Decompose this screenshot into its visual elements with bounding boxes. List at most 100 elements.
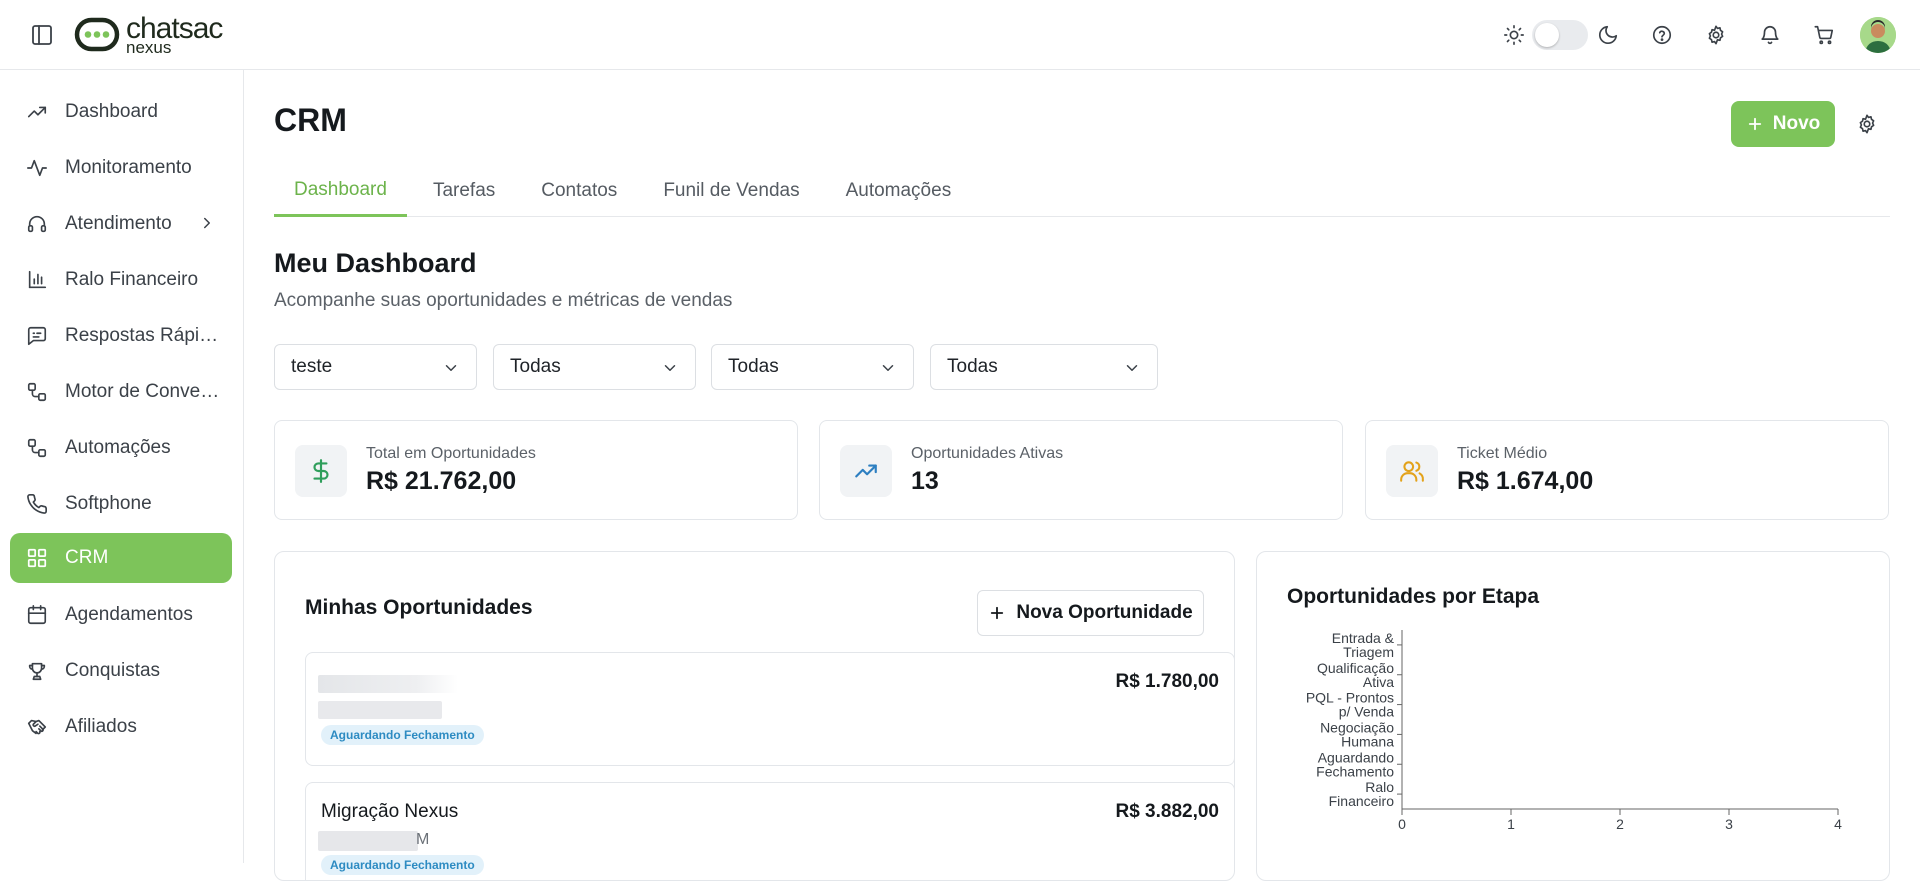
sun-icon [1502,23,1526,47]
plus-icon [1746,115,1764,133]
main-content: CRM Novo Dashboard Tarefas Contatos Funi… [244,70,1920,881]
y-tick-label: PQL - Prontos p/ Venda [1306,690,1394,720]
filter-select-1[interactable]: teste [274,344,477,390]
trophy-icon [26,660,48,682]
sidebar-toggle-icon[interactable] [30,23,54,47]
sidebar-item-label: Monitoramento [65,157,192,178]
user-avatar[interactable] [1860,17,1896,53]
filter-value: Todas [510,356,561,377]
sidebar-item-respostas-rapidas[interactable]: Respostas Rápidas [10,311,232,361]
settings-gear-icon[interactable] [1704,23,1728,47]
redacted-detail [318,701,442,719]
partial-detail: M [416,831,430,848]
automation-icon [26,437,48,459]
handshake-icon [26,716,48,738]
opportunities-by-stage-chart: Entrada & TriagemQualificação AtivaPQL - P… [1306,630,1842,832]
new-button[interactable]: Novo [1731,101,1835,147]
sidebar-item-label: Softphone [65,493,152,514]
opportunity-name: Migração Nexus [321,801,459,822]
trending-up-icon [26,101,48,123]
sidebar-item-dashboard[interactable]: Dashboard [10,87,232,137]
tab-dashboard[interactable]: Dashboard [274,165,407,217]
chat-bubble-logo-icon [74,17,120,52]
sidebar-item-afiliados[interactable]: Afiliados [10,702,232,752]
sidebar-item-label: Ralo Financeiro [65,269,199,290]
stat-card-ticket: Ticket Médio R$ 1.674,00 [1365,420,1889,520]
stat-value: 13 [911,467,939,495]
y-tick-label: Entrada & Triagem [1332,630,1395,660]
opportunity-card[interactable]: R$ 1.780,00 Aguardando Fechamento [305,652,1234,766]
sidebar-item-atendimento[interactable]: Atendimento [10,199,232,249]
stat-card-total: Total em Oportunidades R$ 21.762,00 [274,420,798,520]
bell-icon[interactable] [1758,23,1782,47]
sidebar-item-label: Afiliados [65,716,137,737]
opportunity-value: R$ 3.882,00 [1115,801,1219,822]
cart-icon[interactable] [1812,23,1836,47]
sidebar-item-label: Automações [65,437,171,458]
workflow-icon [26,381,48,403]
filter-value: Todas [947,356,998,377]
calendar-icon [26,604,48,626]
filter-select-3[interactable]: Todas [711,344,914,390]
tab-tarefas[interactable]: Tarefas [413,165,515,217]
y-tick-label: Negociação Humana [1320,719,1394,749]
plus-icon [988,604,1006,622]
new-button-label: Novo [1772,113,1821,134]
tab-automacoes[interactable]: Automações [826,165,972,217]
redacted-detail [318,831,418,851]
sidebar-item-motor-de-conversacao[interactable]: Motor de Conversação [10,367,232,417]
redacted-name [318,675,458,693]
opportunity-card[interactable]: Migração Nexus M R$ 3.882,00 Aguardando … [305,782,1234,880]
opportunities-panel: Minhas Oportunidades Nova Oportunidade R… [274,551,1235,881]
x-tick-label: 4 [1834,816,1842,832]
phone-icon [26,493,48,515]
page-title: CRM [274,102,347,138]
sidebar-item-conquistas[interactable]: Conquistas [10,646,232,696]
help-icon[interactable] [1650,23,1674,47]
sidebar-item-ralo-financeiro[interactable]: Ralo Financeiro [10,255,232,305]
sidebar-item-label: Agendamentos [65,604,193,625]
users-icon [1386,445,1438,497]
sidebar-item-label: Dashboard [65,101,158,122]
sidebar-item-monitoramento[interactable]: Monitoramento [10,143,232,193]
sidebar-item-crm[interactable]: CRM [10,533,232,583]
stat-label: Oportunidades Ativas [911,445,1064,462]
opportunities-title: Minhas Oportunidades [305,596,533,619]
y-tick-label: Aguardando Fechamento [1316,749,1394,779]
sidebar-item-label: Conquistas [65,660,161,681]
filter-select-2[interactable]: Todas [493,344,696,390]
tab-contatos[interactable]: Contatos [521,165,637,217]
chatsac-logo[interactable]: chatsac nexus [74,12,223,58]
new-opportunity-label: Nova Oportunidade [1016,602,1193,623]
y-tick-label: Ralo Financeiro [1329,779,1395,809]
chevron-down-icon [1123,359,1141,377]
stat-label: Total em Oportunidades [366,445,536,462]
sidebar-item-label: Motor de Conversação [65,381,221,402]
filter-value: teste [291,356,333,377]
sidebar: Dashboard Monitoramento Atendimento Ralo… [0,70,244,863]
grid-icon [26,547,48,569]
crm-tabs: Dashboard Tarefas Contatos Funil de Vend… [274,165,1890,217]
tab-funil-de-vendas[interactable]: Funil de Vendas [643,165,819,217]
stat-label: Ticket Médio [1457,445,1548,462]
x-tick-label: 2 [1616,816,1624,832]
message-square-icon [26,325,48,347]
bar-chart-icon [26,269,48,291]
new-opportunity-button[interactable]: Nova Oportunidade [977,590,1204,636]
opportunity-value: R$ 1.780,00 [1115,671,1219,692]
top-bar: chatsac nexus [0,0,1920,70]
stat-card-ativas: Oportunidades Ativas 13 [819,420,1343,520]
page-settings-gear-icon[interactable] [1856,113,1878,135]
filter-select-4[interactable]: Todas [930,344,1158,390]
x-tick-label: 0 [1398,816,1406,832]
sidebar-item-agendamentos[interactable]: Agendamentos [10,590,232,640]
stat-value: R$ 1.674,00 [1457,467,1594,495]
sidebar-item-automacoes[interactable]: Automações [10,423,232,473]
dollar-icon [295,445,347,497]
toggle-knob [1535,23,1559,47]
sidebar-item-softphone[interactable]: Softphone [10,479,232,529]
stat-value: R$ 21.762,00 [366,467,517,495]
theme-toggle[interactable] [1532,20,1588,50]
sidebar-item-label: Atendimento [65,213,172,234]
chevron-right-icon[interactable] [198,214,216,232]
